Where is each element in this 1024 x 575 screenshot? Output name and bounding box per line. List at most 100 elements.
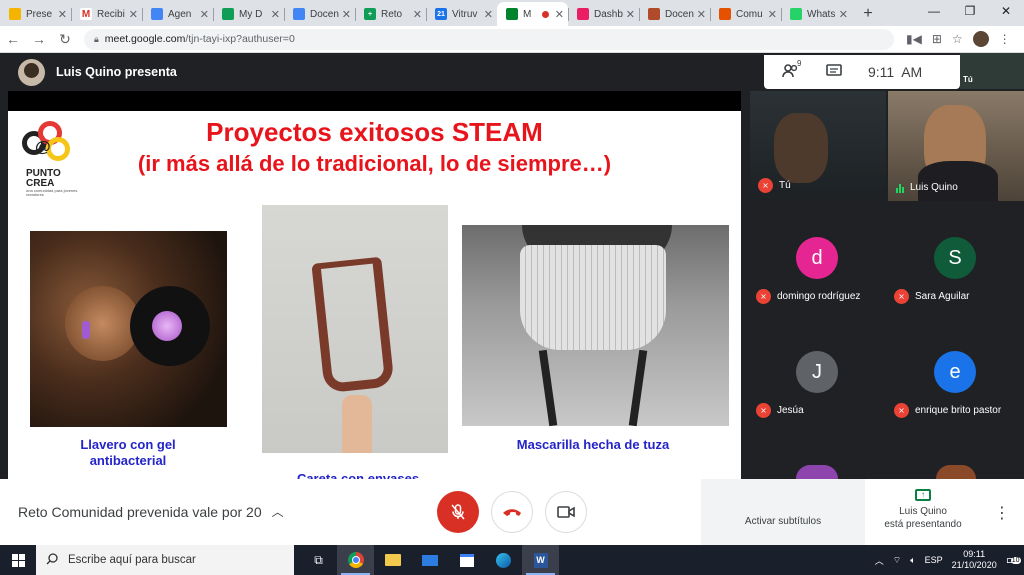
meeting-details-button[interactable]: Reto Comunidad prevenida vale por 20 ︿ [18,503,284,520]
mic-off-icon: ⨯ [894,289,909,304]
recording-dot-icon [541,10,549,18]
tab-close-icon[interactable]: ✕ [200,8,209,21]
people-icon[interactable]: 9 [782,59,801,81]
presentation-slide: @ PUNTO CREA una comunidad para jóvenes … [8,111,741,479]
tab-close-icon[interactable]: ✕ [555,8,564,21]
tab-close-icon[interactable]: ✕ [271,8,280,21]
tab-close-icon[interactable]: ✕ [839,8,848,21]
back-icon[interactable]: ← [0,26,26,52]
url-host: meet.google.com [104,33,186,45]
browser-tab[interactable]: Dashb ✕ [568,2,639,26]
participant-tile-enrique[interactable]: e ⨯ enrique brito pastor [888,317,1024,427]
browser-tab[interactable]: Whats ✕ [781,2,852,26]
more-options-icon[interactable]: ⋮ [994,503,1010,523]
tab-close-icon[interactable]: ✕ [413,8,422,21]
mail-icon[interactable] [411,545,448,575]
profile-avatar[interactable] [972,31,989,47]
video-camera-icon [557,506,575,518]
word-icon[interactable]: W [522,545,559,575]
taskbar-clock[interactable]: 09:11 21/10/2020 [952,549,997,571]
tab-favicon-icon [293,8,305,20]
tab-close-icon[interactable]: ✕ [768,8,777,21]
partial-video-tile [936,465,976,479]
wifi-icon[interactable]: ⌔ [893,555,901,566]
browser-tab[interactable]: Docen ✕ [639,2,710,26]
search-placeholder: Escribe aquí para buscar [68,554,196,566]
browser-tab[interactable]: Prese ✕ [0,2,71,26]
reload-icon[interactable]: ↻ [52,26,78,52]
meeting-name: Reto Comunidad prevenida vale por 20 [18,503,262,520]
minimize-icon[interactable]: — [916,0,952,22]
tab-title: Recibi [97,8,125,20]
video-tile-luis-quino[interactable]: Luis Quino [888,91,1024,201]
tab-close-icon[interactable]: ✕ [484,8,493,21]
new-tab-button[interactable]: + [856,2,880,26]
menu-icon[interactable]: ⋮ [999,32,1011,46]
store-icon[interactable] [448,545,485,575]
windows-taskbar: Escribe aquí para buscar ⧉ W ︿ ⌔ 🔈︎ ESP … [0,545,1024,575]
self-label: Tú [963,75,973,84]
chevron-up-icon[interactable]: ︿ [875,554,884,567]
browser-tab[interactable]: My D ✕ [213,2,284,26]
participant-name: Sara Aguilar [915,291,970,302]
search-icon [46,552,58,568]
url-input[interactable]: 🔒︎ meet.google.com/tjn-tayi-ixp?authuser… [84,28,894,50]
edge-icon[interactable] [485,545,522,575]
tile-name-luis: Luis Quino [896,182,958,193]
presenting-status-button[interactable]: ↑ Luis Quino está presentando [866,479,980,545]
tab-close-icon[interactable]: ✕ [58,8,67,21]
leave-call-button[interactable] [491,491,533,533]
browser-tab[interactable]: Docen ✕ [284,2,355,26]
file-explorer-icon[interactable] [374,545,411,575]
corn-husk-mask-photo [462,225,729,427]
luis-tile-label: Luis Quino [910,182,958,193]
tab-close-icon[interactable]: ✕ [697,8,706,21]
notification-count: 10 [1010,557,1021,564]
captions-button[interactable]: Activar subtítulos [701,479,865,545]
tab-close-icon[interactable]: ✕ [342,8,351,21]
browser-tab[interactable]: + Reto ✕ [355,2,426,26]
chrome-icon[interactable] [337,545,374,575]
tab-favicon-icon [648,8,660,20]
participant-count: 9 [797,58,802,68]
avatar-initial: S [934,237,976,279]
avatar-initial: J [796,351,838,393]
tab-close-icon[interactable]: ✕ [129,8,138,21]
language-indicator[interactable]: ESP [925,555,943,565]
browser-tab[interactable]: Comu ✕ [710,2,781,26]
browser-tab[interactable]: 21 Vitruv ✕ [426,2,497,26]
tab-favicon-icon [222,8,234,20]
close-window-icon[interactable]: ✕ [988,0,1024,22]
volume-icon[interactable]: 🔈︎ [910,555,915,566]
task-view-icon[interactable]: ⧉ [300,545,337,575]
mic-off-icon: ⨯ [894,403,909,418]
tab-favicon-icon [9,8,21,20]
forward-icon[interactable]: → [26,26,52,52]
self-preview-tile: Tú [960,53,1024,89]
translate-icon[interactable]: ⊞ [932,32,942,46]
chat-icon[interactable] [826,63,842,81]
window-controls: — ❐ ✕ [916,0,1024,22]
start-button[interactable] [0,545,36,575]
restore-icon[interactable]: ❐ [952,0,988,22]
video-tile-self[interactable]: ⨯ Tú [750,91,886,201]
tab-title: Vitruv [452,8,478,20]
camera-icon[interactable]: ▮◀ [906,32,922,46]
tab-close-icon[interactable]: ✕ [626,8,635,21]
browser-tab[interactable]: Agen ✕ [142,2,213,26]
browser-tab[interactable]: M Recibi ✕ [71,2,142,26]
camera-toggle-button[interactable] [545,491,587,533]
notifications-icon[interactable]: ▭10 [1006,552,1021,568]
participant-tile-sara[interactable]: S ⨯ Sara Aguilar [888,203,1024,313]
tab-title: Whats [807,8,836,20]
participant-tile-domingo[interactable]: d ⨯ domingo rodríguez [750,203,888,313]
participant-tile-jesua[interactable]: J ⨯ Jesúa [750,317,888,427]
taskbar-search[interactable]: Escribe aquí para buscar [36,545,294,575]
tab-favicon-icon [790,8,802,20]
star-icon[interactable]: ☆ [952,32,963,46]
avatar-initial: d [796,237,838,279]
browser-tab[interactable]: M ✕ [497,2,568,26]
mic-toggle-button[interactable] [437,491,479,533]
mic-off-icon: ⨯ [756,403,771,418]
windows-logo-icon [11,553,25,567]
